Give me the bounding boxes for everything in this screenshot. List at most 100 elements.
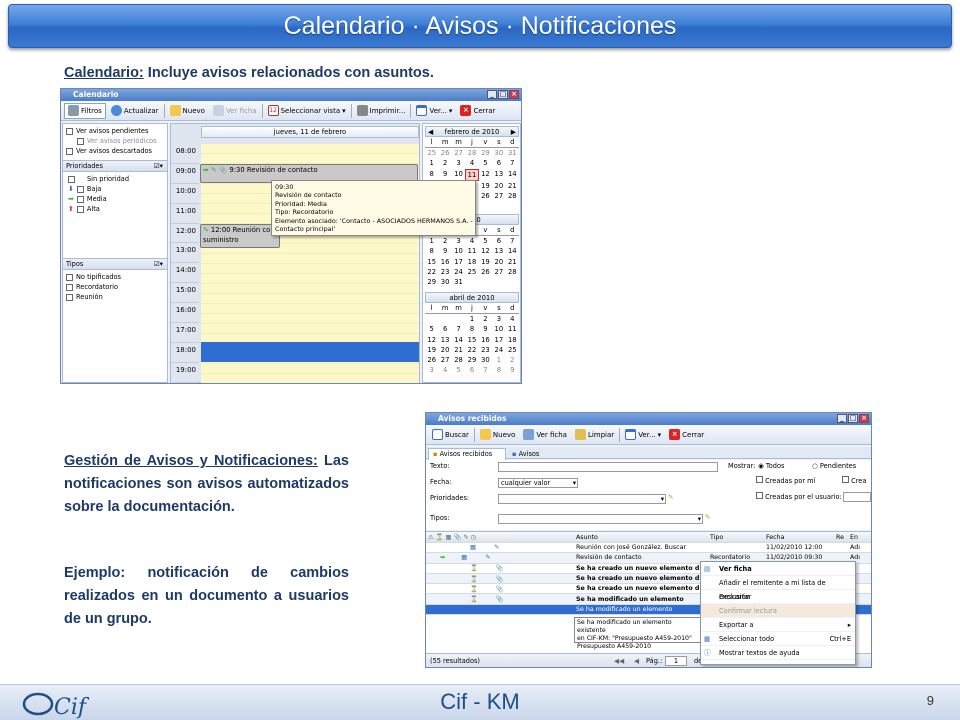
day-cell[interactable] — [452, 314, 465, 324]
view-record-button[interactable]: Ver ficha — [210, 103, 260, 119]
close-button[interactable]: × Cerrar — [457, 103, 498, 119]
day-cell[interactable]: 14 — [506, 169, 519, 181]
type-reminder[interactable]: Recordatorio — [63, 282, 167, 292]
close-button[interactable]: × Cerrar — [666, 427, 707, 443]
day-cell[interactable]: 6 — [465, 365, 478, 375]
day-cell[interactable]: 22 — [465, 345, 478, 355]
day-cell[interactable]: 27 — [492, 191, 505, 201]
day-cell[interactable]: 25 — [465, 267, 478, 277]
col-en[interactable]: En — [848, 534, 868, 541]
day-cell[interactable]: 29 — [479, 148, 492, 158]
checkbox[interactable] — [842, 476, 849, 483]
day-cell[interactable]: 21 — [506, 181, 519, 191]
col-date[interactable]: Fecha — [764, 534, 834, 541]
day-cell[interactable]: 5 — [425, 324, 438, 334]
day-cell[interactable]: 6 — [438, 324, 451, 334]
close-icon[interactable]: × — [859, 414, 869, 423]
checkbox[interactable] — [68, 175, 75, 183]
day-cell[interactable]: 12 — [479, 246, 492, 256]
checkbox[interactable] — [66, 273, 73, 281]
checkbox[interactable] — [66, 127, 73, 135]
prev-month-icon[interactable]: ◀ — [428, 127, 433, 137]
pager-prev-icon[interactable]: ◀ — [634, 654, 639, 667]
close-icon[interactable]: × — [509, 90, 519, 99]
view-record-button[interactable]: Ver ficha — [520, 427, 570, 443]
ctx-show-help[interactable]: ⓘ Mostrar textos de ayuda — [701, 646, 855, 660]
day-cell[interactable]: 4 — [465, 158, 478, 168]
day-cell[interactable]: 28 — [506, 191, 519, 201]
priorities-select[interactable]: ▾ — [498, 494, 666, 504]
day-cell[interactable]: 2 — [506, 355, 519, 365]
day-cell[interactable]: 26 — [438, 148, 451, 158]
day-cell[interactable]: 25 — [425, 148, 438, 158]
day-cell[interactable]: 3 — [452, 158, 465, 168]
next-month-icon[interactable]: ▶ — [511, 127, 516, 137]
check-dropdown-icon[interactable]: ☑▾ — [154, 259, 163, 270]
ctx-export[interactable]: Exportar a ▸ — [701, 618, 855, 632]
tab-sent[interactable]: ▪ Avisos enviados — [508, 449, 568, 468]
checkbox[interactable] — [66, 283, 73, 291]
day-cell[interactable]: 4 — [506, 314, 519, 324]
day-cell[interactable]: 30 — [438, 277, 451, 287]
day-cell[interactable]: 11 — [506, 324, 519, 334]
checkbox[interactable] — [756, 492, 763, 499]
maximize-icon[interactable]: □ — [848, 414, 858, 423]
day-cell[interactable]: 6 — [492, 158, 505, 168]
day-cell[interactable]: 22 — [425, 267, 438, 277]
day-cell[interactable]: 10 — [452, 246, 465, 256]
ctx-select-all[interactable]: ▦ Seleccionar todo Ctrl+E — [701, 632, 855, 646]
day-cell[interactable]: 27 — [438, 355, 451, 365]
day-cell[interactable]: 1 — [425, 158, 438, 168]
day-cell[interactable]: 17 — [452, 257, 465, 267]
day-cell[interactable]: 7 — [452, 324, 465, 334]
col-subject[interactable]: Asunto — [574, 534, 708, 541]
day-cell[interactable]: 8 — [425, 246, 438, 256]
day-cell[interactable]: 11 — [465, 168, 479, 181]
day-cell[interactable]: 1 — [425, 236, 438, 246]
day-cell[interactable] — [506, 277, 519, 287]
view-menu-button[interactable]: Ver... ▾ — [413, 103, 455, 119]
day-cell[interactable]: 23 — [438, 267, 451, 277]
filter-periodic[interactable]: Ver avisos periódicos — [63, 136, 167, 146]
broom-icon[interactable]: ✎ — [705, 513, 711, 521]
day-cell[interactable]: 3 — [492, 314, 505, 324]
day-cell[interactable]: 5 — [479, 158, 492, 168]
filter-discarded[interactable]: Ver avisos descartados — [63, 146, 167, 156]
day-cell[interactable]: 14 — [452, 335, 465, 345]
day-cell[interactable]: 3 — [425, 365, 438, 375]
radio-all[interactable]: ◉ Todos — [758, 462, 784, 470]
selected-slot[interactable] — [201, 342, 419, 362]
day-cell[interactable] — [465, 277, 478, 287]
refresh-button[interactable]: Actualizar — [108, 103, 162, 119]
day-cell[interactable]: 28 — [506, 267, 519, 277]
day-cell[interactable]: 20 — [492, 257, 505, 267]
day-cell[interactable]: 30 — [492, 148, 505, 158]
filter-pending[interactable]: Ver avisos pendientes — [63, 126, 167, 136]
day-cell[interactable]: 3 — [452, 236, 465, 246]
checkbox[interactable] — [756, 476, 763, 483]
checkbox[interactable] — [66, 147, 73, 155]
clear-button[interactable]: Limpiar — [572, 427, 617, 443]
day-cell[interactable]: 19 — [425, 345, 438, 355]
day-cell[interactable]: 2 — [479, 314, 492, 324]
created-other[interactable]: Crea — [842, 476, 866, 485]
day-cell[interactable]: 28 — [465, 148, 478, 158]
day-cell[interactable]: 8 — [465, 324, 478, 334]
day-cell[interactable]: 12 — [479, 169, 492, 181]
day-cell[interactable]: 10 — [492, 324, 505, 334]
day-cell[interactable]: 12 — [425, 335, 438, 345]
day-cell[interactable]: 19 — [479, 181, 492, 191]
ctx-discard[interactable]: Descartar — [701, 590, 855, 604]
ctx-confirm-read[interactable]: Confirmar lectura — [701, 604, 855, 618]
pager-first-icon[interactable]: ◀◀ — [614, 654, 624, 667]
ctx-view-record[interactable]: ▤ Ver ficha — [701, 562, 855, 576]
new-button[interactable]: Nuevo — [477, 427, 518, 443]
day-cell[interactable]: 18 — [506, 335, 519, 345]
day-cell[interactable]: 2 — [438, 158, 451, 168]
priority-none[interactable]: Sin prioridad — [65, 174, 167, 184]
day-cell[interactable]: 9 — [506, 365, 519, 375]
day-cell[interactable]: 9 — [438, 169, 451, 181]
day-cell[interactable]: 15 — [465, 335, 478, 345]
date-select[interactable]: cualquier valor ▾ — [498, 478, 578, 488]
ctx-exclude-sender[interactable]: Añadir el remitente a mi lista de exclus… — [701, 576, 855, 601]
